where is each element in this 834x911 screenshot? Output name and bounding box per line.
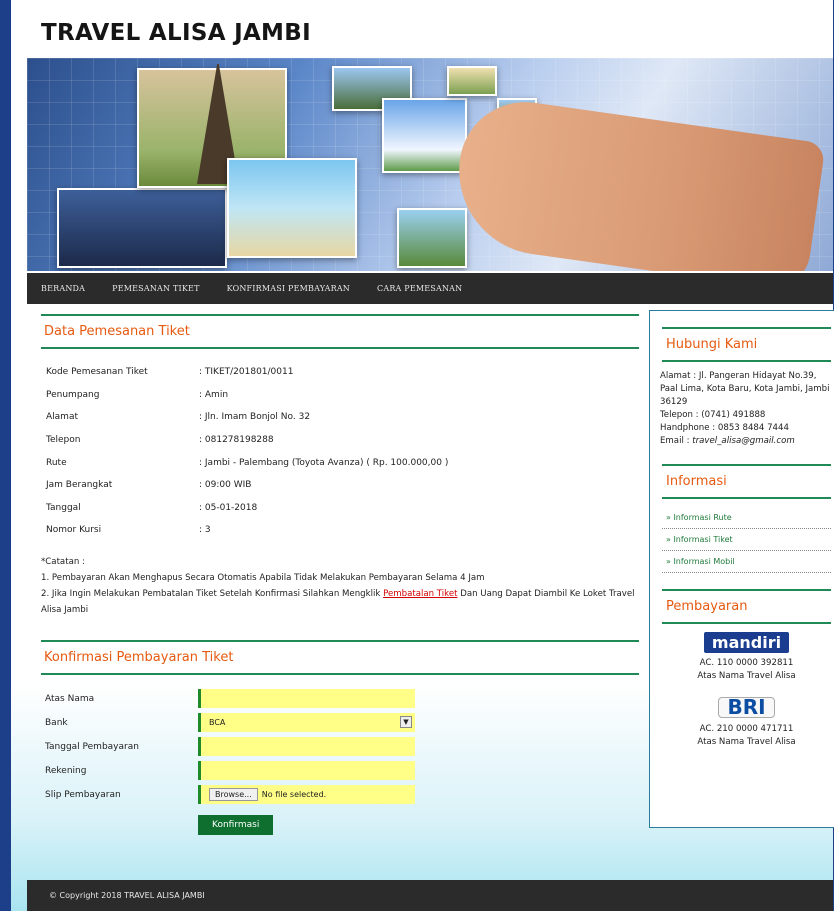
info-link-rute[interactable]: » Informasi Rute (662, 507, 831, 529)
main-content: Data Pemesanan Tiket Kode Pemesanan Tike… (41, 314, 639, 835)
mandiri-account: AC. 110 0000 392811 (699, 658, 794, 668)
form-row-date: Tanggal Pembayaran (41, 735, 639, 759)
email-label: Email : (660, 436, 693, 446)
name-label: Atas Nama (45, 693, 95, 704)
row-label: Penumpang (46, 389, 100, 400)
sidebar: Hubungi Kami Alamat : Jl. Pangeran Hiday… (649, 310, 834, 828)
mandiri-holder: Atas Nama Travel Alisa (697, 671, 796, 681)
row-label: Telepon (46, 435, 81, 446)
row-value: : 05-01-2018 (199, 502, 258, 513)
contact-handphone: Handphone : 0853 8484 7444 (660, 423, 789, 433)
page-container: TRAVEL ALISA JAMBI BERANDA PEMESANAN TIK… (11, 0, 834, 911)
row-value: : Jln. Imam Bonjol No. 32 (199, 412, 311, 423)
row-label: Nomor Kursi (46, 525, 102, 536)
note-line-2: 2. Jika Ingin Melakukan Pembatalan Tiket… (41, 586, 639, 618)
email-address: travel_alisa@gmail.com (692, 436, 795, 446)
info-heading: Informasi (662, 464, 831, 499)
row-label: Jam Berangkat (46, 480, 113, 491)
bank-select[interactable]: BCA ▼ (198, 713, 415, 733)
row-label: Kode Pemesanan Tiket (46, 367, 148, 378)
file-status: No file selected. (261, 790, 327, 800)
form-row-name: Atas Nama (41, 687, 639, 711)
booking-row-jam: Jam Berangkat : 09:00 WIB (41, 474, 639, 497)
contact-phone: Telepon : (0741) 491888 (660, 410, 766, 420)
contact-address: Alamat : Jl. Pangeran Hidayat No.39, Paa… (660, 371, 830, 407)
booking-heading: Data Pemesanan Tiket (41, 314, 639, 349)
row-value: : Amin (199, 389, 229, 400)
cancel-ticket-link[interactable]: Pembatalan Tiket (383, 589, 457, 599)
bank-label: Bank (45, 717, 68, 728)
note-line-1: 1. Pembayaran Akan Menghapus Secara Otom… (41, 572, 485, 583)
contact-heading: Hubungi Kami (662, 327, 831, 362)
nav-cara-pemesanan[interactable]: CARA PEMESANAN (377, 284, 462, 293)
form-row-slip: Slip Pembayaran Browse... No file select… (41, 783, 639, 807)
account-label: Rekening (45, 765, 87, 776)
nav-beranda[interactable]: BERANDA (41, 284, 85, 293)
payment-heading: Konfirmasi Pembayaran Tiket (41, 639, 639, 675)
booking-row-telepon: Telepon : 081278198288 (41, 429, 639, 452)
form-row-account: Rekening (41, 759, 639, 783)
confirm-button[interactable]: Konfirmasi (198, 814, 274, 835)
nav-pemesanan-tiket[interactable]: PEMESANAN TIKET (112, 284, 199, 293)
info-link-mobil[interactable]: » Informasi Mobil (662, 551, 831, 573)
bank-selected-value: BCA (209, 718, 226, 728)
browse-button[interactable]: Browse... (209, 788, 258, 802)
slip-file-input: Browse... No file selected. (198, 785, 415, 805)
slip-label: Slip Pembayaran (45, 789, 121, 800)
copyright-text: © Copyright 2018 TRAVEL ALISA JAMBI (49, 891, 205, 900)
bri-holder: Atas Nama Travel Alisa (697, 737, 796, 747)
account-input[interactable] (198, 761, 415, 781)
contact-email-line: Email : travel_alisa@gmail.com (660, 435, 833, 448)
booking-details: Kode Pemesanan Tiket : TIKET/201801/0011… (41, 361, 639, 542)
note-title: *Catatan : (41, 556, 85, 567)
row-label: Tanggal (46, 502, 81, 513)
info-link-tiket[interactable]: » Informasi Tiket (662, 529, 831, 551)
booking-note: *Catatan : 1. Pembayaran Akan Menghapus … (41, 550, 639, 618)
booking-row-penumpang: Penumpang : Amin (41, 384, 639, 407)
mandiri-logo: mandiri (703, 632, 790, 653)
nav-konfirmasi-pembayaran[interactable]: KONFIRMASI PEMBAYARAN (227, 284, 350, 293)
payment-form: Atas Nama Bank BCA ▼ Tanggal Pembayaran … (41, 687, 639, 835)
main-navbar: BERANDA PEMESANAN TIKET KONFIRMASI PEMBA… (27, 273, 833, 304)
booking-row-kode: Kode Pemesanan Tiket : TIKET/201801/0011 (41, 361, 639, 384)
booking-row-kursi: Nomor Kursi : 3 (41, 519, 639, 542)
booking-row-alamat: Alamat : Jln. Imam Bonjol No. 32 (41, 406, 639, 429)
name-input[interactable] (198, 689, 415, 709)
footer: © Copyright 2018 TRAVEL ALISA JAMBI (27, 880, 833, 911)
booking-row-tanggal: Tanggal : 05-01-2018 (41, 497, 639, 520)
bank-bri: BRI AC. 210 0000 471711 Atas Nama Travel… (650, 697, 834, 749)
bri-account: AC. 210 0000 471711 (699, 724, 794, 734)
contact-info: Alamat : Jl. Pangeran Hidayat No.39, Paa… (650, 370, 834, 448)
bri-logo: BRI (718, 697, 775, 718)
payment-methods-heading: Pembayaran (662, 589, 831, 624)
row-value: : 09:00 WIB (199, 480, 252, 491)
bank-mandiri: mandiri AC. 110 0000 392811 Atas Nama Tr… (650, 632, 834, 683)
payment-date-input[interactable] (198, 737, 415, 757)
booking-row-rute: Rute : Jambi - Palembang (Toyota Avanza)… (41, 451, 639, 474)
row-label: Alamat (46, 412, 78, 423)
header-banner-image (27, 58, 833, 271)
site-title: TRAVEL ALISA JAMBI (41, 20, 311, 46)
row-value: : TIKET/201801/0011 (199, 367, 294, 378)
row-value: : Jambi - Palembang (Toyota Avanza) ( Rp… (199, 457, 449, 468)
note-2-text: 2. Jika Ingin Melakukan Pembatalan Tiket… (41, 588, 384, 599)
row-value: : 3 (199, 525, 211, 536)
row-value: : 081278198288 (199, 435, 274, 446)
chevron-down-icon[interactable]: ▼ (400, 716, 412, 729)
row-label: Rute (46, 457, 67, 468)
form-row-bank: Bank BCA ▼ (41, 711, 639, 735)
date-label: Tanggal Pembayaran (45, 741, 139, 752)
